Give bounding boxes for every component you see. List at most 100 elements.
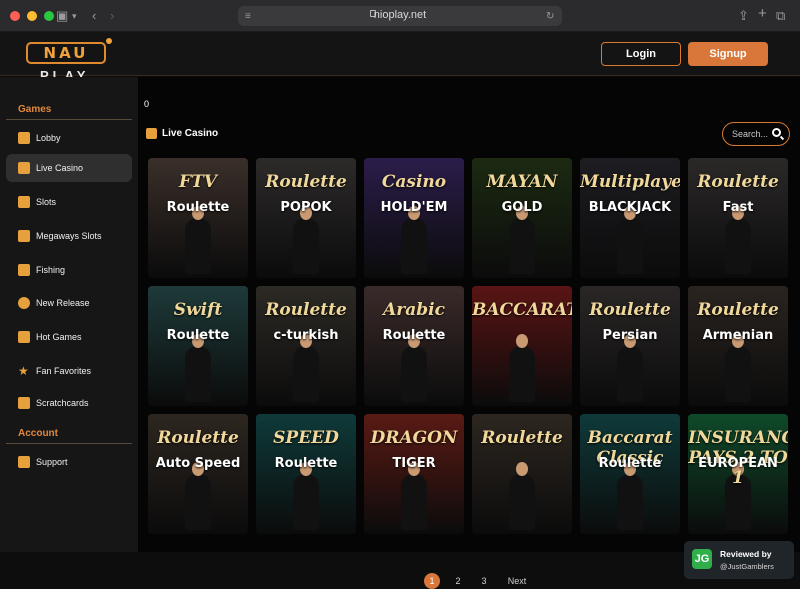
game-title: Roulette — [265, 300, 347, 320]
sidebar-item-support[interactable]: Support — [6, 448, 132, 476]
game-title: Roulette — [589, 300, 671, 320]
review-badge[interactable]: JG Reviewed by @JustGamblers — [684, 541, 794, 579]
game-subtitle: GOLD — [501, 200, 543, 215]
page-button[interactable]: 3 — [476, 573, 492, 589]
game-tile[interactable]: Baccarat Classic Roulette — [580, 414, 680, 534]
game-subtitle: POPOK — [280, 200, 332, 215]
search-input[interactable]: Search... — [722, 122, 790, 146]
maximize-window-button[interactable] — [44, 11, 54, 21]
game-subtitle: EUROPEAN — [698, 456, 778, 471]
game-tile[interactable]: Roulette Armenian — [688, 286, 788, 406]
dealer-figure — [293, 346, 319, 402]
game-subtitle: TIGER — [392, 456, 436, 471]
game-tile[interactable]: FTV Roulette — [148, 158, 248, 278]
game-title: Roulette — [697, 172, 779, 192]
game-title: Roulette — [265, 172, 347, 192]
sidebar-item-label: Lobby — [36, 133, 61, 143]
dealer-figure — [725, 218, 751, 274]
tabs-overview-icon[interactable]: ⧉ — [776, 8, 785, 24]
dealer-figure — [509, 474, 535, 530]
game-title: Arabic — [383, 300, 445, 320]
new-tab-icon[interactable]: + — [758, 6, 767, 22]
game-tile[interactable]: Multiplayer BLACKJACK — [580, 158, 680, 278]
grid-icon — [18, 132, 30, 144]
forward-icon[interactable]: › — [110, 8, 114, 24]
game-title: MAYAN — [486, 172, 558, 192]
search-placeholder: Search... — [732, 129, 769, 139]
game-tile[interactable]: INSURANCE PAYS 2 TO 1EUROPEAN — [688, 414, 788, 534]
close-window-button[interactable] — [10, 11, 20, 21]
dealer-figure — [293, 474, 319, 530]
page-button[interactable]: 1 — [424, 573, 440, 589]
game-tile[interactable]: Roulette c-turkish — [256, 286, 356, 406]
sidebar-toggle-icon[interactable]: ▣ — [56, 8, 68, 24]
sidebar-item-live-casino[interactable]: Live Casino — [6, 154, 132, 182]
new-release-icon — [18, 297, 30, 309]
sidebar-item-label: Fishing — [36, 265, 66, 275]
sidebar-item-slots[interactable]: Slots — [6, 188, 132, 216]
back-icon[interactable]: ‹ — [92, 8, 96, 24]
game-tile[interactable]: DRAGON TIGER — [364, 414, 464, 534]
dealer-figure — [617, 474, 643, 530]
game-subtitle: BLACKJACK — [588, 200, 672, 215]
window-controls — [10, 11, 54, 21]
search-icon — [772, 128, 781, 137]
game-subtitle: Roulette — [382, 328, 446, 343]
review-line-2: @JustGamblers — [720, 562, 774, 571]
minimize-window-button[interactable] — [27, 11, 37, 21]
dealer-figure — [401, 346, 427, 402]
sidebar-item-fan-favorites[interactable]: ★ Fan Favorites — [6, 357, 132, 385]
game-subtitle: HOLD'EM — [380, 200, 448, 215]
game-title: BACCARAT — [472, 300, 572, 320]
url-text: nioplay.net — [373, 9, 427, 21]
signup-button[interactable]: Signup — [688, 42, 768, 66]
page-button[interactable]: 2 — [450, 573, 466, 589]
review-line-1: Reviewed by — [720, 549, 772, 559]
game-subtitle: Auto Speed — [155, 456, 241, 471]
reload-icon[interactable]: ↻ — [546, 9, 554, 25]
game-tile[interactable]: Swift Roulette — [148, 286, 248, 406]
address-bar[interactable]: ≡ nioplay.net ↻ — [238, 6, 562, 26]
sidebar-item-lobby[interactable]: Lobby — [6, 124, 132, 152]
sidebar-item-scratchcards[interactable]: Scratchcards — [6, 389, 132, 417]
game-title: Swift — [173, 300, 223, 320]
sidebar-item-label: Slots — [36, 197, 57, 207]
chevron-down-icon[interactable]: ▾ — [72, 8, 77, 24]
dealer-figure — [185, 218, 211, 274]
live-icon — [18, 162, 30, 174]
games-section-title: Games — [18, 104, 52, 115]
sidebar-item-label: Scratchcards — [36, 398, 89, 408]
game-tile[interactable]: Roulette Persian — [580, 286, 680, 406]
dealer-figure — [509, 346, 535, 402]
game-tile[interactable]: Roulette POPOK — [256, 158, 356, 278]
dealer-head — [516, 462, 528, 476]
dealer-figure — [401, 218, 427, 274]
game-tile[interactable]: Arabic Roulette — [364, 286, 464, 406]
sidebar-item-hot-games[interactable]: Hot Games — [6, 323, 132, 351]
game-tile[interactable]: Roulette Auto Speed — [148, 414, 248, 534]
live-casino-icon — [146, 128, 157, 139]
game-tile[interactable]: Roulette — [472, 414, 572, 534]
game-tile[interactable]: SPEED Roulette — [256, 414, 356, 534]
game-subtitle: Roulette — [274, 456, 338, 471]
star-icon: ★ — [18, 364, 29, 378]
sidebar-item-new-release[interactable]: New Release — [6, 289, 132, 317]
sidebar-item-label: Live Casino — [36, 163, 84, 173]
dealer-figure — [617, 218, 643, 274]
sidebar-item-megaways-slots[interactable]: Megaways Slots — [6, 222, 132, 250]
login-button[interactable]: Login — [601, 42, 681, 66]
game-tile[interactable]: MAYAN GOLD — [472, 158, 572, 278]
game-tile[interactable]: BACCARAT — [472, 286, 572, 406]
page-button[interactable]: Next — [502, 573, 532, 589]
game-title: DRAGON — [370, 428, 458, 448]
sidebar-item-fishing[interactable]: Fishing — [6, 256, 132, 284]
sidebar-item-label: Support — [36, 457, 68, 467]
app-root: NAU PLAY Login Signup Games Lobby Live C… — [0, 32, 800, 589]
game-tile[interactable]: Casino HOLD'EM — [364, 158, 464, 278]
share-icon[interactable]: ⇪ — [738, 8, 749, 24]
section-divider — [6, 119, 132, 120]
sidebar: Games Lobby Live Casino Slots Megaways S… — [0, 77, 138, 552]
game-title: Multiplayer — [580, 172, 680, 192]
dealer-figure — [401, 474, 427, 530]
game-tile[interactable]: Roulette Fast — [688, 158, 788, 278]
